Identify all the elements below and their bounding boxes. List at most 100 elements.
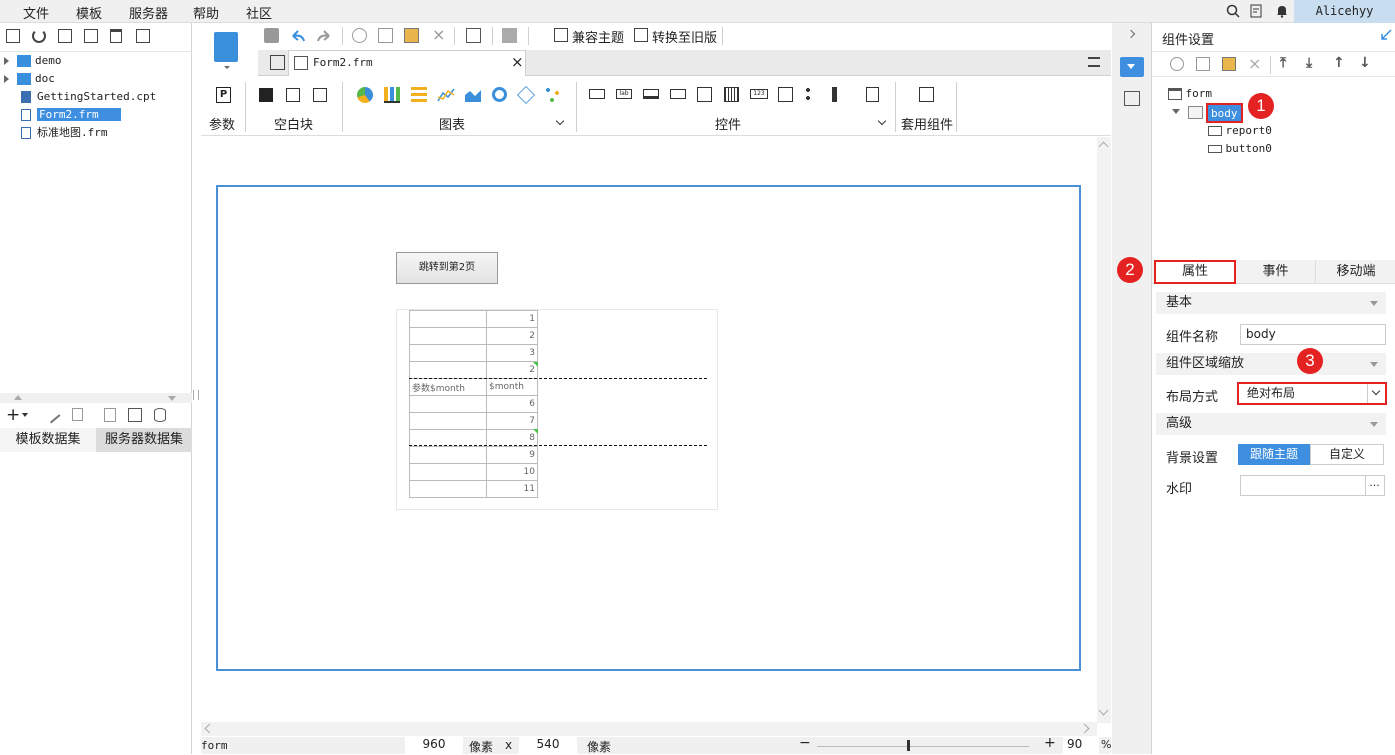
tree-item-form2[interactable]: Form2.frm bbox=[21, 106, 121, 124]
param-icon[interactable]: P bbox=[216, 87, 231, 103]
open-icon[interactable] bbox=[58, 29, 72, 43]
zoom-input[interactable]: 90 bbox=[1063, 737, 1099, 754]
checkbox-widget-icon[interactable] bbox=[832, 87, 847, 102]
database-icon[interactable] bbox=[154, 408, 166, 422]
canvas-height-input[interactable]: 540 bbox=[519, 737, 577, 754]
zoom-out-icon[interactable]: − bbox=[799, 735, 811, 751]
component-settings-toggle[interactable] bbox=[1120, 57, 1144, 77]
text-widget-icon[interactable] bbox=[589, 89, 605, 99]
copy-icon[interactable] bbox=[378, 28, 393, 43]
scroll-up-icon[interactable] bbox=[1098, 141, 1109, 152]
template-menu-button[interactable] bbox=[206, 30, 248, 72]
refresh-icon[interactable] bbox=[32, 29, 46, 43]
dropdown-icon[interactable] bbox=[22, 413, 28, 417]
zoom-slider[interactable] bbox=[817, 746, 1029, 747]
collapse-down-icon[interactable] bbox=[168, 396, 176, 401]
bar-chart-icon[interactable] bbox=[384, 87, 400, 103]
edit-note-icon[interactable] bbox=[1250, 4, 1264, 18]
menu-community[interactable]: 社区 bbox=[246, 3, 272, 22]
chevron-down-icon[interactable] bbox=[555, 116, 565, 126]
menu-file[interactable]: 文件 bbox=[23, 3, 49, 22]
component-name-input[interactable]: body bbox=[1240, 324, 1386, 345]
layout-select[interactable]: 绝对布局 bbox=[1237, 382, 1387, 405]
report-widget[interactable]: 1 2 3 2 参数$month $month 6 7 8 9 10 11 bbox=[396, 309, 718, 510]
section-basic[interactable]: 基本 bbox=[1156, 292, 1386, 314]
jump-page-button[interactable]: 跳转到第2页 bbox=[396, 252, 498, 284]
zoom-in-icon[interactable]: + bbox=[1044, 735, 1056, 751]
move-down-icon[interactable]: ↓ bbox=[1359, 55, 1371, 71]
bell-icon[interactable] bbox=[1275, 4, 1289, 18]
area-chart-icon[interactable] bbox=[464, 87, 482, 103]
textarea-widget-icon[interactable] bbox=[778, 87, 793, 102]
close-icon[interactable]: × bbox=[432, 25, 445, 44]
split-block-icon[interactable] bbox=[286, 88, 300, 102]
menu-template[interactable]: 模板 bbox=[76, 3, 102, 22]
pin-icon[interactable] bbox=[1380, 29, 1392, 41]
radar-chart-icon[interactable] bbox=[516, 85, 536, 105]
menu-help[interactable]: 帮助 bbox=[193, 3, 219, 22]
paste-icon[interactable] bbox=[1222, 57, 1236, 71]
tab-form2[interactable]: Form2.frm × bbox=[288, 50, 526, 76]
chevron-down-icon[interactable] bbox=[877, 116, 887, 126]
tab-template-dataset[interactable]: 模板数据集 bbox=[0, 428, 96, 452]
button-widget-icon[interactable] bbox=[643, 89, 659, 99]
section-zoom[interactable]: 组件区域缩放 bbox=[1156, 353, 1386, 375]
blank-block-icon[interactable] bbox=[259, 88, 273, 102]
redo-icon[interactable] bbox=[316, 28, 332, 44]
expand-right-icon[interactable] bbox=[1126, 29, 1136, 39]
paste-icon[interactable] bbox=[404, 28, 419, 43]
select-arrow[interactable] bbox=[1367, 384, 1385, 403]
new-file-icon[interactable] bbox=[6, 29, 20, 43]
date-widget-icon[interactable] bbox=[697, 87, 712, 102]
radio-widget-icon[interactable] bbox=[805, 87, 820, 102]
cut-icon[interactable] bbox=[352, 28, 367, 43]
delete-icon[interactable] bbox=[110, 29, 122, 43]
scroll-down-icon[interactable] bbox=[1098, 705, 1109, 716]
number-widget-icon[interactable]: 123 bbox=[750, 89, 768, 99]
tree-item-doc[interactable]: doc bbox=[4, 70, 55, 88]
column-chart-icon[interactable] bbox=[411, 87, 427, 103]
edit-icon[interactable] bbox=[43, 406, 61, 424]
delete-icon[interactable] bbox=[72, 408, 83, 421]
new-tab-icon[interactable] bbox=[270, 55, 285, 70]
combo-widget-icon[interactable] bbox=[670, 89, 686, 99]
canvas-width-input[interactable]: 960 bbox=[405, 737, 463, 754]
splitter-handle[interactable] bbox=[193, 390, 199, 400]
zoom-slider-handle[interactable] bbox=[907, 740, 910, 751]
suite-icon[interactable] bbox=[919, 87, 934, 102]
cut-icon[interactable] bbox=[1170, 57, 1184, 71]
tree-item-button0[interactable]: button0 bbox=[1208, 142, 1272, 155]
compat-theme-button[interactable]: 兼容主题 bbox=[572, 27, 624, 46]
tab-mobile[interactable]: 移动端 bbox=[1316, 260, 1395, 284]
table-block-icon[interactable] bbox=[313, 88, 327, 102]
tab-server-dataset[interactable]: 服务器数据集 bbox=[96, 428, 192, 452]
close-tab-icon[interactable]: × bbox=[511, 53, 524, 71]
preview-icon[interactable] bbox=[104, 408, 116, 422]
tree-root-form[interactable]: form bbox=[1168, 87, 1212, 100]
move-up-icon[interactable]: ↑ bbox=[1333, 55, 1345, 71]
expand-caret-icon[interactable] bbox=[4, 75, 9, 83]
label-widget-icon[interactable]: lab bbox=[616, 89, 632, 99]
tree-item-report0[interactable]: report0 bbox=[1208, 124, 1272, 137]
user-account[interactable]: Alicehyy bbox=[1294, 0, 1395, 23]
scroll-right-icon[interactable] bbox=[1079, 723, 1090, 734]
tree-item-map[interactable]: 标准地图.frm bbox=[21, 124, 108, 142]
preview-icon[interactable] bbox=[466, 28, 481, 43]
tab-list-icon[interactable] bbox=[1088, 57, 1100, 67]
tab-properties[interactable]: 属性 bbox=[1154, 260, 1236, 284]
bg-follow-theme-button[interactable]: 跟随主题 bbox=[1238, 444, 1310, 465]
undo-icon[interactable] bbox=[290, 28, 306, 44]
scatter-chart-icon[interactable] bbox=[545, 87, 561, 103]
layout-icon[interactable] bbox=[1124, 91, 1140, 106]
add-dataset-icon[interactable]: + bbox=[6, 405, 20, 425]
watermark-edit-button[interactable]: ··· bbox=[1365, 475, 1385, 496]
bg-custom-button[interactable]: 自定义 bbox=[1310, 444, 1384, 465]
gauge-chart-icon[interactable] bbox=[492, 87, 507, 102]
watermark-input[interactable] bbox=[1240, 475, 1366, 496]
horizontal-scrollbar[interactable] bbox=[201, 722, 1097, 736]
collapse-caret-icon[interactable] bbox=[1172, 109, 1180, 114]
collapse-up-icon[interactable] bbox=[14, 395, 22, 400]
search-icon[interactable] bbox=[1226, 4, 1240, 18]
search-widget-icon[interactable] bbox=[866, 87, 879, 102]
scroll-left-icon[interactable] bbox=[204, 723, 215, 734]
